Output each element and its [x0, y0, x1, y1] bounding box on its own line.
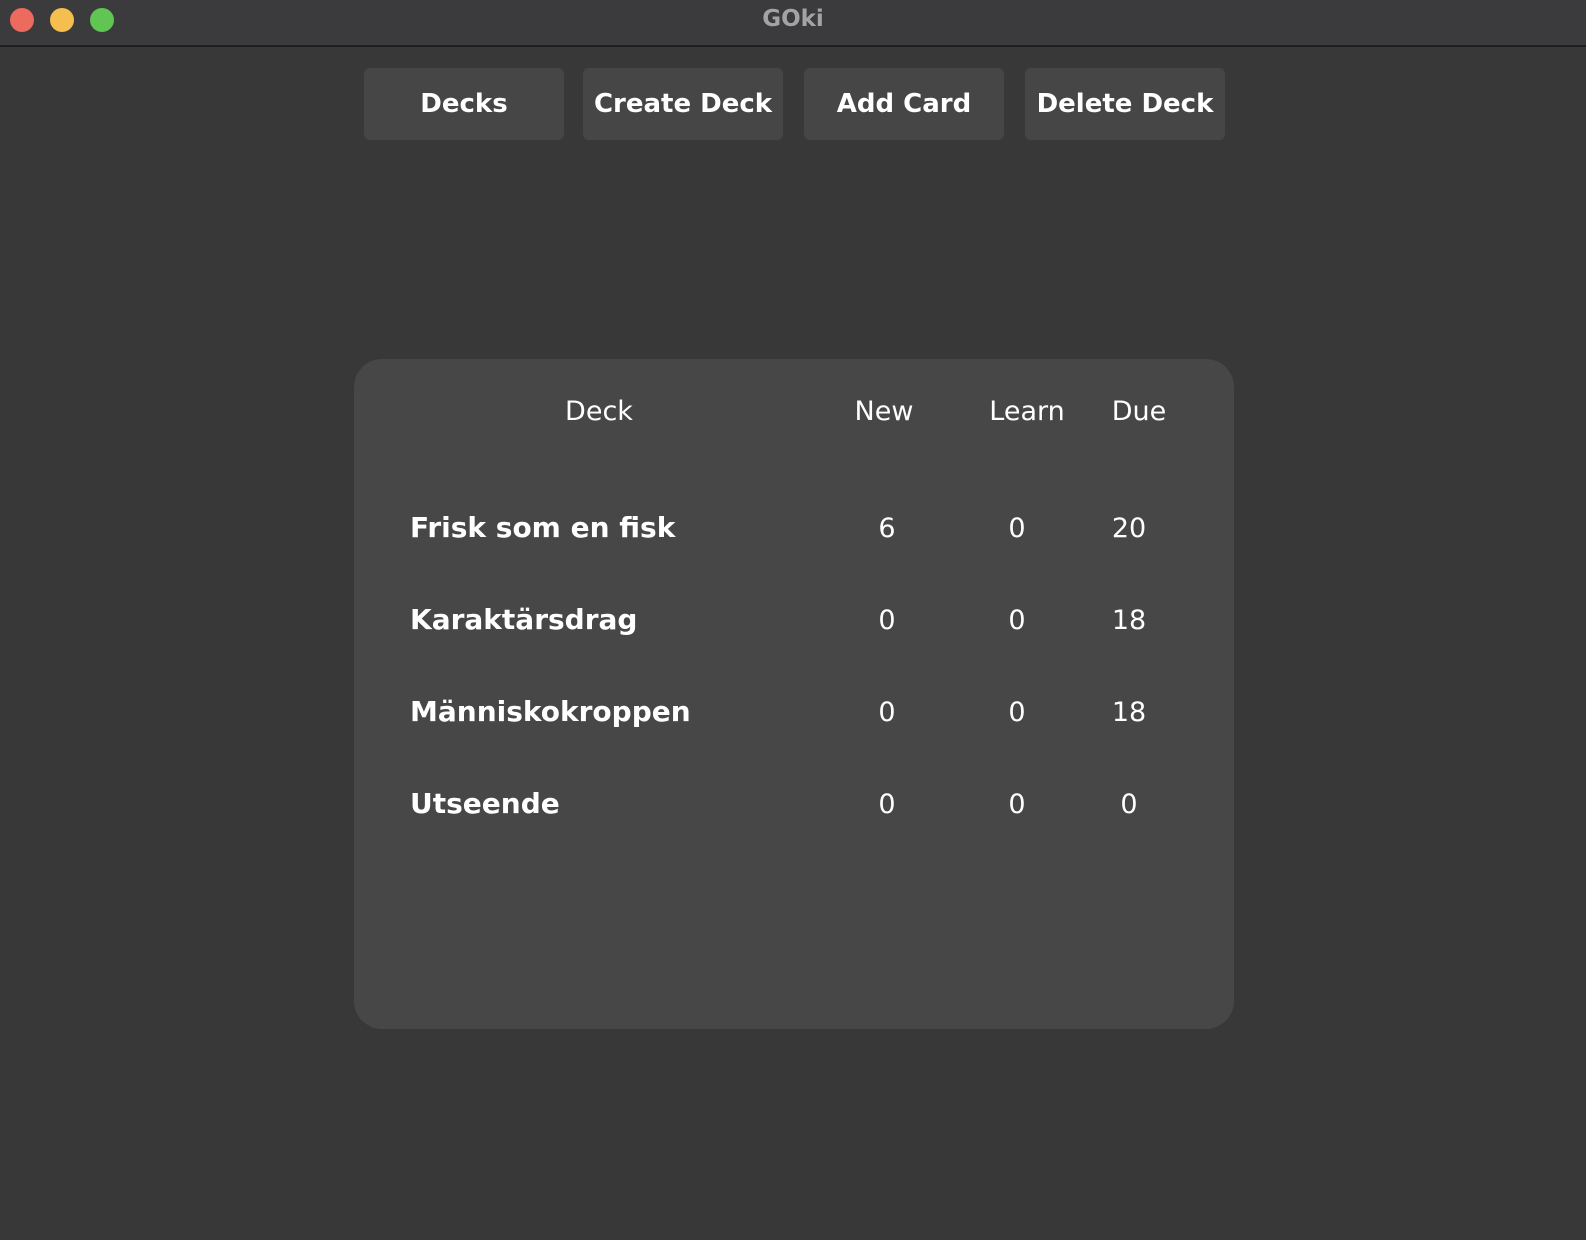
window-title: GOki: [762, 6, 824, 32]
add-card-button[interactable]: Add Card: [804, 68, 1004, 140]
delete-deck-button[interactable]: Delete Deck: [1025, 68, 1225, 140]
deck-row[interactable]: Människokroppen 0 0 18: [354, 684, 1234, 744]
deck-name[interactable]: Karaktärsdrag: [410, 602, 637, 638]
column-header-learn: Learn: [989, 396, 1065, 427]
due-count: 20: [1111, 513, 1147, 544]
due-count: 0: [1120, 789, 1138, 820]
deck-row[interactable]: Utseende 0 0 0: [354, 776, 1234, 836]
deck-name[interactable]: Frisk som en fisk: [410, 510, 675, 546]
new-count: 0: [878, 789, 896, 820]
new-count: 0: [878, 697, 896, 728]
learn-count: 0: [1008, 789, 1026, 820]
create-deck-button[interactable]: Create Deck: [583, 68, 783, 140]
column-header-deck: Deck: [565, 396, 633, 427]
learn-count: 0: [1008, 605, 1026, 636]
new-count: 0: [878, 605, 896, 636]
column-header-due: Due: [1111, 396, 1167, 427]
deck-row[interactable]: Frisk som en fisk 6 0 20: [354, 500, 1234, 560]
new-count: 6: [878, 513, 896, 544]
deck-name[interactable]: Utseende: [410, 786, 560, 822]
title-bar: GOki: [0, 0, 1586, 47]
due-count: 18: [1111, 605, 1147, 636]
learn-count: 0: [1008, 513, 1026, 544]
decks-button[interactable]: Decks: [364, 68, 564, 140]
due-count: 18: [1111, 697, 1147, 728]
deck-list-panel: Deck New Learn Due Frisk som en fisk 6 0…: [354, 359, 1234, 1029]
learn-count: 0: [1008, 697, 1026, 728]
deck-name[interactable]: Människokroppen: [410, 694, 691, 730]
column-header-new: New: [854, 396, 914, 427]
deck-row[interactable]: Karaktärsdrag 0 0 18: [354, 592, 1234, 652]
